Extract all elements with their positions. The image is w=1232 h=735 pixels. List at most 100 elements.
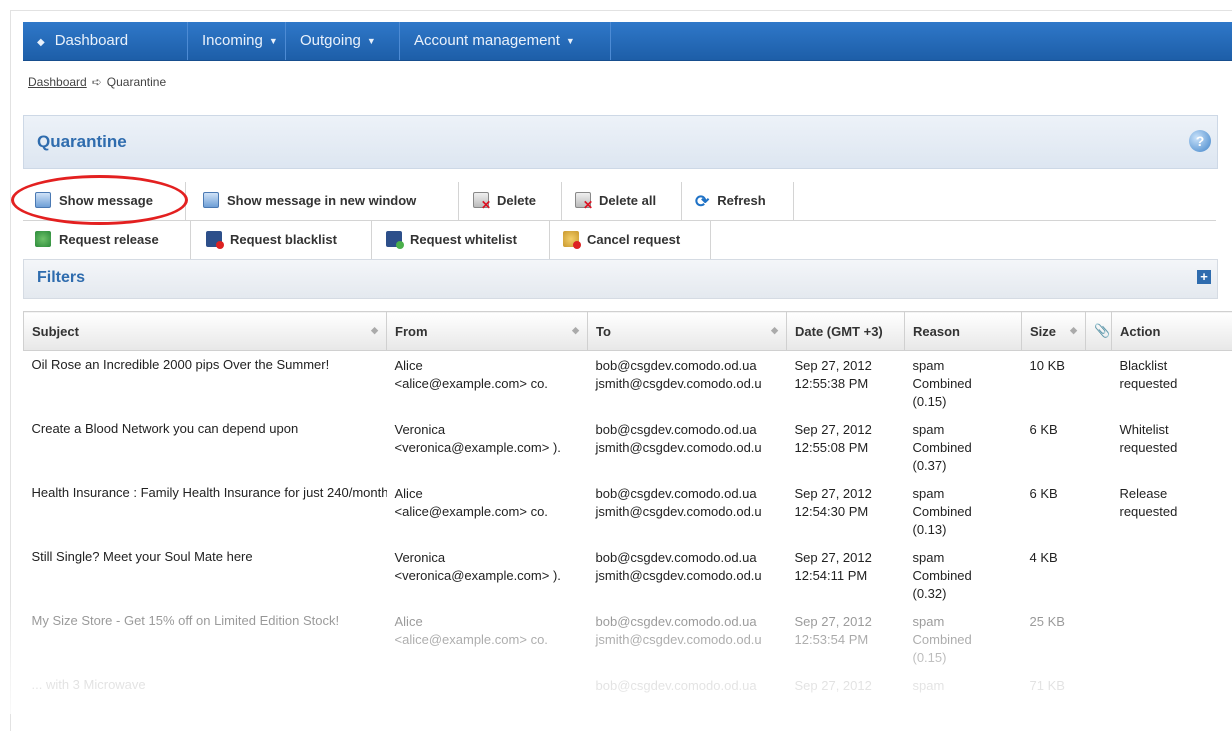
top-nav-bar: ◆Dashboard Incoming▼ Outgoing▼ Account m… [23,22,1232,61]
subject-header-label: Subject [32,324,79,339]
nav-dashboard[interactable]: ◆Dashboard [37,22,128,60]
reason-header-label: Reason [913,324,960,339]
reason-score: (0.32) [913,585,1014,603]
to-secondary: jsmith@csgdev.comodo.od.u [596,631,779,649]
sort-icon[interactable]: ◆ [1070,325,1077,336]
subject-text: ... with 3 Microwave [32,677,146,692]
table-row[interactable]: Oil Rose an Incredible 2000 pips Over th… [24,351,1232,416]
table-row[interactable]: Still Single? Meet your Soul Mate hereVe… [24,543,1232,607]
size-value: 6 KB [1030,422,1058,437]
toolbar-row-1: Show message Show message in new window … [23,182,1216,221]
column-header-date[interactable]: Date (GMT +3) [787,312,905,351]
sort-icon[interactable]: ◆ [771,325,778,336]
cell-size: 4 KB [1022,543,1086,607]
table-row[interactable]: My Size Store - Get 15% off on Limited E… [24,607,1232,671]
to-primary: bob@csgdev.comodo.od.ua [596,485,779,503]
cell-reason: spamCombined(0.37) [905,415,1022,479]
message-window-icon [203,192,219,208]
from-header-label: From [395,324,428,339]
column-header-attachment[interactable]: 📎 [1086,312,1112,351]
column-header-to[interactable]: To◆ [588,312,787,351]
date-time: 12:54:11 PM [795,567,897,585]
table-row[interactable]: Create a Blood Network you can depend up… [24,415,1232,479]
expand-plus-icon[interactable]: + [1197,270,1211,284]
refresh-icon: ⟳ [695,183,709,221]
date-day: Sep 27, 2012 [795,485,897,503]
cell-from: Veronica<veronica@example.com> ). [387,415,588,479]
column-header-from[interactable]: From ◆ [387,312,588,351]
show-message-new-window-button[interactable]: Show message in new window [186,182,459,220]
cell-subject[interactable]: My Size Store - Get 15% off on Limited E… [24,607,387,671]
nav-divider [610,22,611,60]
show-message-button[interactable]: Show message [23,182,186,220]
filters-title: Filters [37,269,85,287]
reason-method: Combined [913,503,1014,521]
cell-action: Releaserequested [1112,479,1232,543]
table-row[interactable]: ... with 3 Microwave bob@csgdev.comodo.o… [24,671,1232,735]
date-day: Sep 27, 2012 [795,613,897,631]
date-day: Sep 27, 2012 [795,677,897,695]
request-whitelist-label: Request whitelist [410,232,517,247]
sort-icon[interactable]: ◆ [572,325,579,336]
cell-attachment [1086,479,1112,543]
delete-button[interactable]: Delete [459,182,562,220]
show-new-window-label: Show message in new window [227,193,416,208]
breadcrumb-dashboard-link[interactable]: Dashboard [28,75,87,89]
cell-reason: spamCombined(0.15) [905,351,1022,416]
size-value: 10 KB [1030,358,1065,373]
reason-score: (0.13) [913,521,1014,539]
cell-attachment [1086,671,1112,735]
reason-type: spam [913,485,1014,503]
from-extra: ). [553,440,561,455]
from-email: <veronica@example.com> [395,440,550,455]
refresh-button[interactable]: ⟳Refresh [682,182,794,220]
reason-score: (0.15) [913,393,1014,411]
nav-account-management[interactable]: Account management▼ [414,22,575,60]
request-blacklist-label: Request blacklist [230,232,337,247]
action-line-1: Release [1120,485,1225,503]
from-email: <alice@example.com> [395,632,527,647]
column-header-action[interactable]: Action [1112,312,1232,351]
cell-reason: spamCombined(0.13) [905,479,1022,543]
action-line-2: requested [1120,439,1225,457]
nav-account-label: Account management [414,32,560,49]
from-email: <alice@example.com> [395,504,527,519]
request-blacklist-button[interactable]: Request blacklist [191,221,372,259]
chevron-down-icon: ▼ [269,36,278,46]
action-line-2: requested [1120,503,1225,521]
action-line-1: Whitelist [1120,421,1225,439]
column-header-size[interactable]: Size◆ [1022,312,1086,351]
delete-all-button[interactable]: Delete all [562,182,682,220]
cell-date: Sep 27, 201212:55:08 PM [787,415,905,479]
cancel-request-button[interactable]: Cancel request [550,221,711,259]
size-value: 6 KB [1030,486,1058,501]
request-whitelist-button[interactable]: Request whitelist [372,221,550,259]
cell-from: Alice<alice@example.com> co. [387,351,588,416]
column-header-reason[interactable]: Reason [905,312,1022,351]
reason-method: Combined [913,439,1014,457]
nav-outgoing[interactable]: Outgoing▼ [300,22,376,60]
nav-incoming[interactable]: Incoming▼ [202,22,278,60]
delete-all-label: Delete all [599,193,656,208]
date-time: 12:55:08 PM [795,439,897,457]
cell-subject[interactable]: Create a Blood Network you can depend up… [24,415,387,479]
cell-subject[interactable]: Still Single? Meet your Soul Mate here [24,543,387,607]
subject-text: Oil Rose an Incredible 2000 pips Over th… [32,357,330,372]
date-time: 12:54:30 PM [795,503,897,521]
cell-subject[interactable]: ... with 3 Microwave [24,671,387,735]
cell-action: Whitelistrequested [1112,415,1232,479]
cell-to: bob@csgdev.comodo.od.uajsmith@csgdev.com… [588,479,787,543]
from-extra: co. [531,376,548,391]
table-header-row: Subject◆ From◆ To◆ Date (GMT +3) Reason … [24,312,1232,351]
cell-to: bob@csgdev.comodo.od.uajsmith@csgdev.com… [588,543,787,607]
help-icon[interactable]: ? [1189,130,1211,152]
from-email: <alice@example.com> [395,376,527,391]
arrow-right-icon: ➪ [92,75,102,89]
column-header-subject[interactable]: Subject ◆ [24,312,387,351]
cell-subject[interactable]: Health Insurance : Family Health Insuran… [24,479,387,543]
table-row[interactable]: Health Insurance : Family Health Insuran… [24,479,1232,543]
request-release-button[interactable]: Request release [23,221,191,259]
sort-icon[interactable]: ◆ [371,325,378,336]
cell-subject[interactable]: Oil Rose an Incredible 2000 pips Over th… [24,351,387,416]
breadcrumb-current: Quarantine [107,75,166,89]
